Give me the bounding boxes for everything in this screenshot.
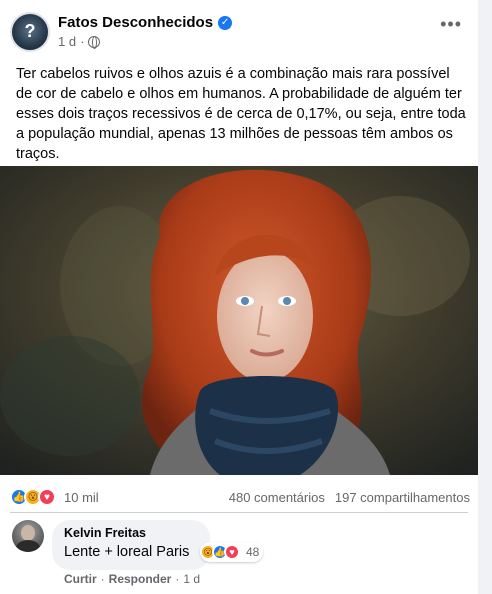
comments-count-link[interactable]: 480 comentários [229, 490, 325, 505]
divider [10, 512, 468, 513]
post-timestamp[interactable]: 1 d [58, 34, 76, 49]
post-meta: 1 d · [58, 34, 232, 49]
post-text: Ter cabelos ruivos e olhos azuis é a com… [16, 66, 466, 162]
post-header: ? Fatos Desconhecidos ✓ 1 d · ••• [10, 12, 470, 56]
commenter-avatar[interactable] [12, 520, 44, 552]
avatar-body [16, 540, 40, 552]
avatar-face [21, 525, 35, 541]
love-reaction-icon: ♥ [38, 488, 56, 506]
reply-comment-button[interactable]: Responder [109, 572, 172, 586]
like-comment-button[interactable]: Curtir [64, 572, 97, 586]
more-options-icon[interactable]: ••• [440, 14, 462, 35]
verified-badge-icon: ✓ [218, 15, 233, 30]
comment-reaction-count: 48 [246, 545, 260, 559]
comment-text: Lente + loreal Paris [64, 544, 190, 560]
engagement-counts: 480 comentários 197 compartilhamentos [229, 490, 470, 505]
page-name-link[interactable]: Fatos Desconhecidos [58, 14, 213, 31]
comment-reactions[interactable]: 😮 👍 ♥ 48 [200, 542, 264, 562]
comment-actions: Curtir · Responder · 1 d [64, 572, 200, 586]
meta-separator: · [80, 34, 85, 49]
globe-icon [88, 35, 101, 49]
page-avatar[interactable]: ? [10, 12, 50, 52]
comment-timestamp[interactable]: 1 d [183, 572, 200, 586]
comment-author-link[interactable]: Kelvin Freitas [64, 526, 198, 540]
question-mark-logo-icon: ? [24, 21, 36, 41]
love-reaction-icon: ♥ [224, 544, 240, 560]
comment-bubble: Kelvin Freitas Lente + loreal Paris [52, 520, 210, 570]
shares-count-link[interactable]: 197 compartilhamentos [335, 490, 470, 505]
reaction-count[interactable]: 10 mil [64, 490, 99, 505]
facebook-post-card: ? Fatos Desconhecidos ✓ 1 d · ••• Ter ca… [0, 0, 478, 594]
post-header-text: Fatos Desconhecidos ✓ 1 d · [58, 12, 233, 49]
post-photo[interactable] [0, 166, 478, 475]
action-separator: · [175, 572, 180, 586]
page-scrollbar-track[interactable] [478, 0, 492, 594]
action-separator: · [100, 572, 105, 586]
reactions-summary: 👍 😮 ♥ 10 mil 480 comentários 197 compart… [10, 487, 470, 507]
reaction-icons[interactable]: 👍 😮 ♥ [10, 488, 56, 506]
portrait-photo-illustration [0, 166, 478, 475]
page-name-row: Fatos Desconhecidos ✓ [58, 14, 233, 31]
